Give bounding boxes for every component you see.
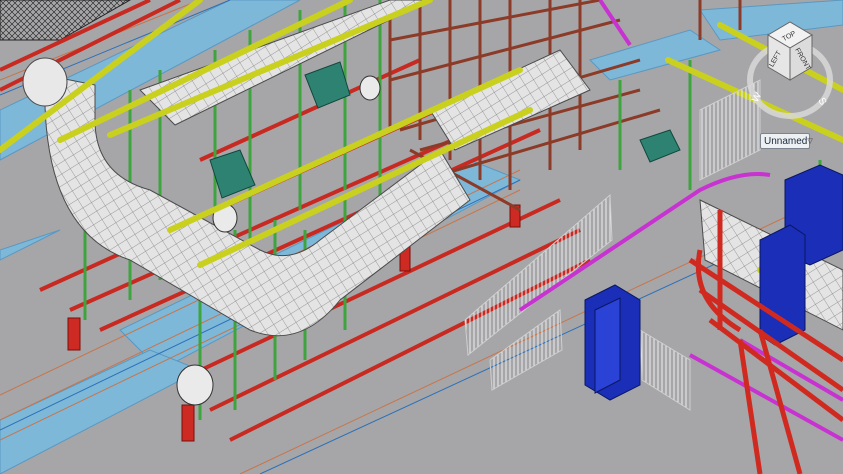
3d-model-canvas[interactable]: TOP LEFT FRONT W S	[0, 0, 843, 474]
ucs-menu[interactable]: Unnamed ▽	[760, 133, 813, 149]
model-viewport[interactable]: TOP LEFT FRONT W S Unnamed ▽	[0, 0, 843, 474]
chevron-down-icon: ▽	[807, 138, 813, 145]
ucs-menu-label: Unnamed	[764, 135, 808, 147]
